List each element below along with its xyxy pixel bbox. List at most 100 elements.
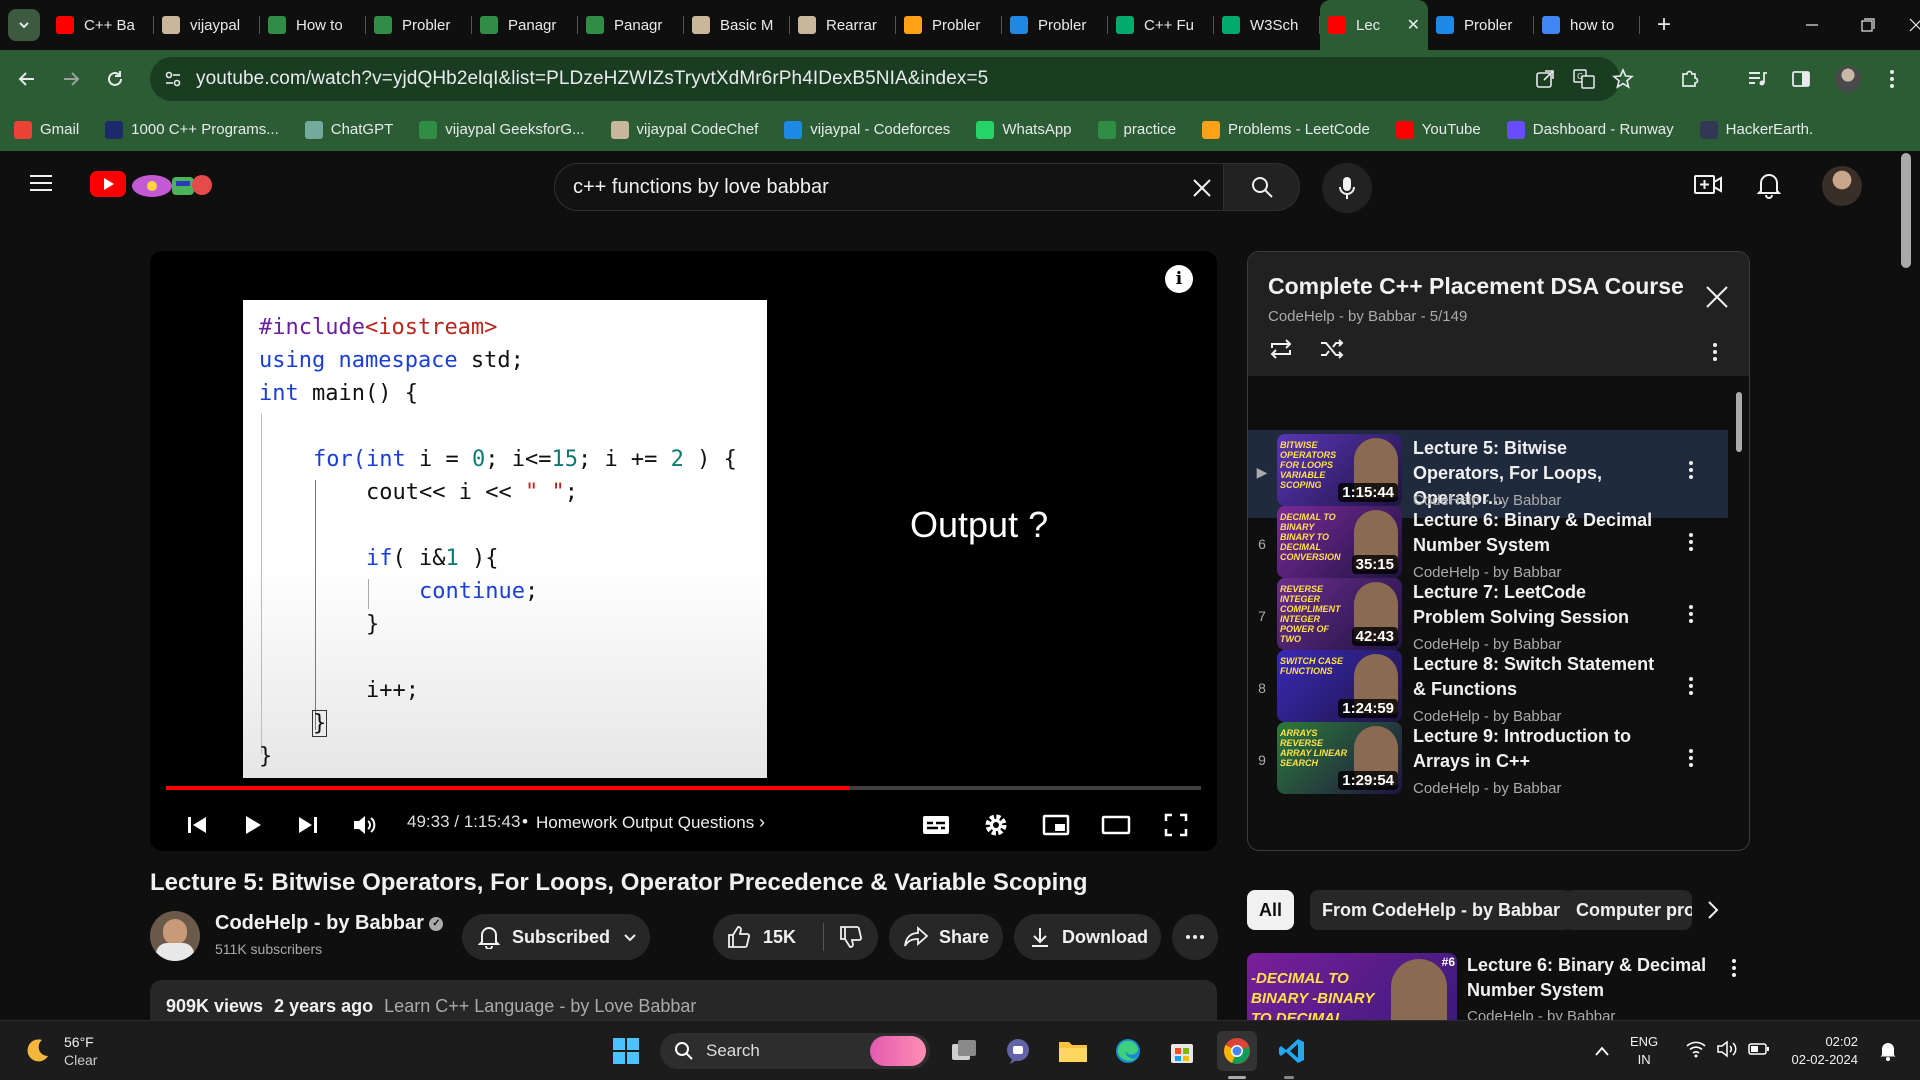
playlist-item-thumbnail[interactable]: ARRAYS REVERSE ARRAY LINEAR SEARCH 1:29:5… — [1277, 722, 1402, 794]
close-window-button[interactable] — [1888, 0, 1920, 50]
info-icon[interactable]: i — [1165, 265, 1193, 293]
account-avatar[interactable] — [1822, 166, 1862, 206]
previous-button[interactable] — [177, 803, 217, 847]
browser-tab[interactable]: Probler — [366, 0, 472, 50]
bookmark-item[interactable]: vijaypal - Codeforces — [784, 120, 950, 139]
like-button[interactable]: 15K — [713, 925, 823, 949]
bookmark-item[interactable]: Problems - LeetCode — [1202, 120, 1370, 139]
guide-menu-button[interactable] — [28, 173, 54, 193]
weather-widget[interactable]: 56°F Clear — [22, 1033, 97, 1069]
bookmark-star-icon[interactable] — [1612, 68, 1634, 90]
description-playlist-link[interactable]: Learn C++ Language - by Love Babbar — [384, 996, 696, 1016]
microsoft-store-button[interactable] — [1162, 1031, 1202, 1071]
more-actions-button[interactable] — [1172, 914, 1218, 960]
bookmark-item[interactable]: vijaypal CodeChef — [610, 120, 758, 139]
address-bar[interactable]: youtube.com/watch?v=yjdQHb2elqI&list=PLD… — [150, 57, 1634, 101]
fullscreen-button[interactable] — [1154, 803, 1198, 847]
browser-tab[interactable]: Basic M — [684, 0, 790, 50]
back-button[interactable] — [5, 57, 49, 101]
settings-button[interactable] — [974, 803, 1018, 847]
playlist-item-menu-button[interactable] — [1688, 676, 1694, 696]
playlist-item-menu-button[interactable] — [1688, 604, 1694, 624]
browser-tab[interactable]: Rearrar — [790, 0, 896, 50]
language-indicator[interactable]: ENG IN — [1630, 1033, 1658, 1069]
channel-avatar[interactable] — [150, 911, 200, 961]
playlist-item-thumbnail[interactable]: SWITCH CASE FUNCTIONS 1:24:59 — [1277, 650, 1402, 722]
subtitles-button[interactable] — [914, 803, 958, 847]
chip-from-channel[interactable]: From CodeHelp - by Babbar — [1310, 890, 1573, 930]
browser-tab[interactable]: Probler — [1428, 0, 1534, 50]
dislike-button[interactable] — [824, 925, 878, 949]
playlist-item-thumbnail[interactable]: REVERSE INTEGER COMPLIMENT INTEGER POWER… — [1277, 578, 1402, 650]
file-explorer-button[interactable] — [1053, 1031, 1093, 1071]
bookmark-item[interactable]: YouTube — [1395, 120, 1481, 139]
bookmark-item[interactable]: vijaypal GeeksforG... — [419, 120, 585, 139]
chapter-title-button[interactable]: Homework Output Questions › — [536, 812, 765, 833]
next-button[interactable] — [288, 803, 328, 847]
loop-button[interactable] — [1268, 338, 1294, 360]
tab-search-button[interactable] — [8, 9, 40, 41]
recommended-title[interactable]: Lecture 6: Binary & Decimal Number Syste… — [1467, 953, 1707, 1003]
browser-tab[interactable]: Probler — [896, 0, 1002, 50]
browser-tab[interactable]: how to — [1534, 0, 1640, 50]
bookmark-item[interactable]: WhatsApp — [976, 120, 1072, 139]
side-panel-button[interactable] — [1779, 57, 1823, 101]
media-controls-button[interactable] — [1735, 57, 1779, 101]
voice-search-button[interactable] — [1322, 163, 1372, 213]
page-scrollbar[interactable] — [1901, 153, 1911, 268]
open-in-app-icon[interactable] — [1535, 69, 1555, 89]
playlist-scrollbar[interactable] — [1736, 392, 1742, 452]
browser-tab[interactable]: Probler — [1002, 0, 1108, 50]
channel-name[interactable]: CodeHelp - by Babbar ✓ — [215, 912, 444, 935]
browser-tab[interactable]: W3Sch — [1214, 0, 1320, 50]
youtube-logo[interactable] — [90, 169, 216, 199]
chip-all[interactable]: All — [1247, 890, 1295, 930]
extensions-button[interactable] — [1668, 57, 1712, 101]
browser-tab[interactable]: vijaypal — [154, 0, 260, 50]
tab-active[interactable]: Lec ✕ — [1320, 0, 1428, 50]
bookmark-item[interactable]: 1000 C++ Programs... — [105, 120, 279, 139]
playlist-item-menu-button[interactable] — [1688, 460, 1694, 480]
chrome-button[interactable] — [1217, 1031, 1257, 1071]
bookmark-item[interactable]: Dashboard - Runway — [1506, 120, 1674, 139]
video-player[interactable]: #include<iostream> using namespace std; … — [150, 251, 1217, 851]
playlist-menu-button[interactable] — [1712, 342, 1718, 362]
browser-tab[interactable]: C++ Ba — [48, 0, 154, 50]
browser-tab[interactable]: How to — [260, 0, 366, 50]
translate-icon[interactable]: G — [1573, 69, 1595, 89]
teams-chat-button[interactable] — [998, 1031, 1038, 1071]
theater-mode-button[interactable] — [1094, 803, 1138, 847]
recommended-menu-button[interactable] — [1731, 958, 1737, 978]
playlist-title[interactable]: Complete C++ Placement DSA Course — [1268, 273, 1684, 300]
download-button[interactable]: Download — [1014, 914, 1161, 960]
volume-button[interactable] — [345, 803, 385, 847]
clock[interactable]: 02:02 02-02-2024 — [1786, 1033, 1859, 1069]
notifications-button[interactable] — [1757, 171, 1781, 199]
playlist-item-thumbnail[interactable]: BITWISE OPERATORS FOR LOOPS VARIABLE SCO… — [1277, 434, 1402, 506]
profile-button[interactable] — [1826, 57, 1870, 101]
start-button[interactable] — [606, 1031, 646, 1071]
vscode-button[interactable] — [1272, 1031, 1312, 1071]
show-hidden-icons-button[interactable] — [1582, 1031, 1622, 1071]
playlist-item-menu-button[interactable] — [1688, 748, 1694, 768]
close-playlist-button[interactable] — [1705, 285, 1729, 309]
recommended-thumbnail[interactable]: -DECIMAL TO BINARY -BINARY TO DECIMAL CO… — [1247, 953, 1457, 1020]
bookmark-item[interactable]: ChatGPT — [304, 120, 393, 139]
share-button[interactable]: Share — [889, 914, 1003, 960]
create-button[interactable] — [1694, 173, 1722, 197]
playlist-item-thumbnail[interactable]: DECIMAL TO BINARY BINARY TO DECIMAL CONV… — [1277, 506, 1402, 578]
close-tab-icon[interactable]: ✕ — [1407, 15, 1420, 35]
system-tray[interactable] — [1686, 1040, 1770, 1058]
subscribed-button[interactable]: Subscribed — [462, 914, 650, 960]
taskbar-search[interactable]: Search — [660, 1033, 930, 1069]
chrome-menu-button[interactable] — [1870, 57, 1914, 101]
playlist-item[interactable]: 9 ARRAYS REVERSE ARRAY LINEAR SEARCH 1:29:… — [1248, 718, 1728, 806]
search-button[interactable] — [1224, 163, 1300, 211]
shuffle-button[interactable] — [1319, 338, 1345, 360]
new-tab-button[interactable]: + — [1646, 7, 1682, 43]
minimize-button[interactable] — [1784, 0, 1840, 50]
browser-tab[interactable]: Panagr — [578, 0, 684, 50]
notification-center-button[interactable] — [1868, 1031, 1908, 1071]
play-button[interactable] — [233, 803, 273, 847]
task-view-button[interactable] — [944, 1031, 984, 1071]
